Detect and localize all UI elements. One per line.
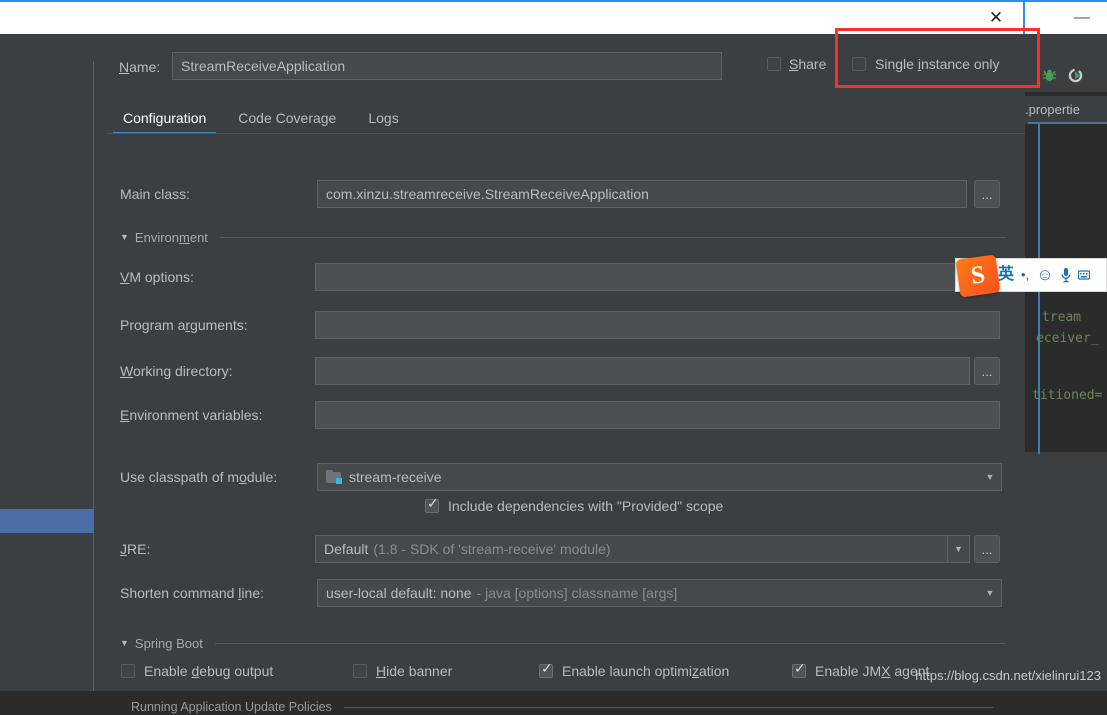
enable-jmx-agent-label: Enable JMX agent <box>815 663 929 679</box>
checkbox-box[interactable] <box>539 664 553 678</box>
enable-launch-optimization-checkbox[interactable]: Enable launch optimization <box>539 663 729 679</box>
environment-section-header[interactable]: ▼ Environment <box>120 229 1005 245</box>
section-divider <box>215 643 1005 644</box>
dialog-tabs[interactable]: Configuration Code Coverage Logs <box>107 100 1025 134</box>
sogou-logo-icon[interactable]: S <box>956 254 1001 297</box>
shorten-command-line-value: user-local default: none <box>326 580 472 606</box>
checkbox-box[interactable] <box>353 664 367 678</box>
working-directory-label: Working directory: <box>120 357 233 385</box>
module-folder-icon <box>326 470 342 484</box>
checkbox-box[interactable] <box>121 664 135 678</box>
ime-mode-english-icon[interactable]: 英 <box>998 266 1014 284</box>
chevron-down-icon[interactable]: ▼ <box>979 580 1001 606</box>
working-directory-input[interactable] <box>315 357 970 385</box>
close-icon[interactable]: ✕ <box>973 2 1019 34</box>
main-class-browse-button[interactable]: ... <box>974 180 1000 208</box>
enable-jmx-agent-checkbox[interactable]: Enable JMX agent <box>792 663 929 679</box>
program-arguments-input[interactable] <box>315 311 1000 339</box>
working-directory-browse-button[interactable]: ... <box>974 357 1000 385</box>
shorten-command-line-label: Shorten command line: <box>120 579 264 607</box>
module-classpath-value: stream-receive <box>349 464 442 490</box>
hide-banner-checkbox[interactable]: Hide banner <box>353 663 452 679</box>
environment-section-label: Environment <box>135 230 208 245</box>
window-accent-line <box>0 0 1107 2</box>
punctuation-toggle-icon[interactable]: •, <box>1021 266 1029 284</box>
name-label: Name: <box>119 59 160 75</box>
code-fragment: eceiver_ <box>1036 331 1099 346</box>
checkbox-box[interactable] <box>767 57 781 71</box>
environment-variables-label: Environment variables: <box>120 401 262 429</box>
jre-value: Default <box>324 536 368 562</box>
triangle-down-icon[interactable]: ▼ <box>120 638 129 648</box>
ide-run-toolbar[interactable] <box>1038 58 1107 92</box>
os-titlebar: ✕ — <box>0 0 1107 34</box>
update-policies-section-header: Running Application Update Policies <box>131 699 993 715</box>
share-label: Share <box>789 56 826 72</box>
chevron-down-icon[interactable]: ▼ <box>947 536 969 562</box>
editor-tab-properties[interactable]: .propertie <box>1025 96 1107 124</box>
enable-debug-output-checkbox[interactable]: Enable debug output <box>121 663 273 679</box>
jre-label: JRE: <box>120 535 150 563</box>
emoji-icon[interactable]: ☺ <box>1036 266 1053 284</box>
name-input[interactable]: StreamReceiveApplication <box>172 52 722 80</box>
tab-configuration[interactable]: Configuration <box>107 102 222 134</box>
hide-banner-label: Hide banner <box>376 663 452 679</box>
checkbox-box[interactable] <box>425 499 439 513</box>
module-classpath-select[interactable]: stream-receive ▼ <box>317 463 1002 491</box>
update-policies-label: Running Application Update Policies <box>131 700 332 714</box>
minimize-icon[interactable]: — <box>1058 2 1106 34</box>
keyboard-icon[interactable] <box>1078 269 1090 281</box>
jre-browse-button[interactable]: ... <box>974 535 1000 563</box>
program-arguments-label: Program arguments: <box>120 311 248 339</box>
include-provided-scope-checkbox[interactable]: Include dependencies with "Provided" sco… <box>425 498 723 514</box>
section-divider <box>344 707 993 708</box>
shorten-command-line-detail: - java [options] classname [args] <box>477 580 678 606</box>
run-configuration-dialog: Name: StreamReceiveApplication Share Sin… <box>107 34 1025 691</box>
enable-launch-optimization-label: Enable launch optimization <box>562 663 729 679</box>
tab-code-coverage[interactable]: Code Coverage <box>222 102 352 134</box>
chevron-down-icon[interactable]: ▼ <box>979 464 1001 490</box>
code-fragment: titioned= <box>1032 388 1102 403</box>
spring-boot-section-header[interactable]: ▼ Spring Boot <box>120 635 1005 651</box>
environment-variables-input[interactable] <box>315 401 1000 429</box>
debug-bug-icon[interactable] <box>1042 68 1057 83</box>
rerun-icon[interactable] <box>1067 68 1084 83</box>
name-row: Name: StreamReceiveApplication Share Sin… <box>107 52 1025 84</box>
jre-select[interactable]: Default (1.8 - SDK of 'stream-receive' m… <box>315 535 970 563</box>
shorten-command-line-select[interactable]: user-local default: none - java [options… <box>317 579 1002 607</box>
section-divider <box>220 237 1005 238</box>
spring-boot-section-label: Spring Boot <box>135 636 203 651</box>
background-list-selected-item[interactable] <box>0 509 94 533</box>
jre-value-detail: (1.8 - SDK of 'stream-receive' module) <box>373 536 610 562</box>
code-fragment: tream <box>1042 310 1081 325</box>
voice-input-icon[interactable] <box>1061 267 1071 283</box>
triangle-down-icon[interactable]: ▼ <box>120 232 129 242</box>
include-provided-scope-label: Include dependencies with "Provided" sco… <box>448 498 723 514</box>
vm-options-label: VM options: <box>120 263 194 291</box>
share-checkbox[interactable]: Share <box>767 56 826 72</box>
dialog-titlebar[interactable]: ✕ <box>0 2 1025 34</box>
ime-toolbar[interactable]: S 英 •, ☺ <box>955 258 1107 292</box>
watermark-url: https://blog.csdn.net/xielinrui123 <box>915 668 1101 683</box>
checkbox-box[interactable] <box>792 664 806 678</box>
vm-options-input[interactable] <box>315 263 1000 291</box>
enable-debug-output-label: Enable debug output <box>144 663 273 679</box>
module-classpath-label: Use classpath of module: <box>120 463 277 491</box>
checkbox-box[interactable] <box>852 57 866 71</box>
tab-logs[interactable]: Logs <box>352 102 414 134</box>
configuration-form: Main class: com.xinzu.streamreceive.Stre… <box>107 134 1025 691</box>
single-instance-only-checkbox[interactable]: Single instance only <box>852 56 1000 72</box>
main-class-input[interactable]: com.xinzu.streamreceive.StreamReceiveApp… <box>317 180 967 208</box>
single-instance-only-label: Single instance only <box>875 56 1000 72</box>
panel-splitter[interactable] <box>97 61 107 691</box>
background-tool-window[interactable] <box>0 61 94 691</box>
main-class-label: Main class: <box>120 180 190 208</box>
